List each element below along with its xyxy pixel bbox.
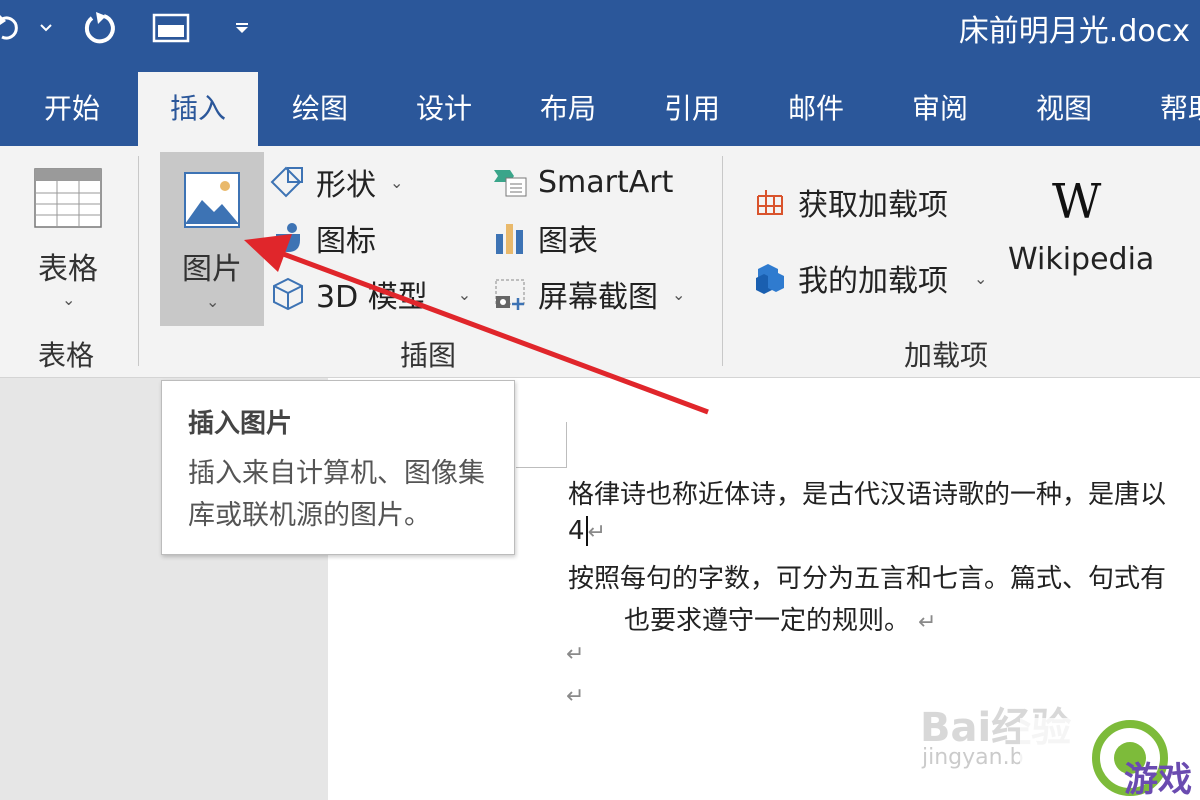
game-site-watermark: 游戏 bbox=[1020, 718, 1200, 800]
game-watermark-text: 游戏 bbox=[1124, 760, 1192, 800]
jingyan-watermark: jingyan.b bbox=[922, 745, 1024, 770]
annotation-arrow bbox=[244, 234, 709, 415]
